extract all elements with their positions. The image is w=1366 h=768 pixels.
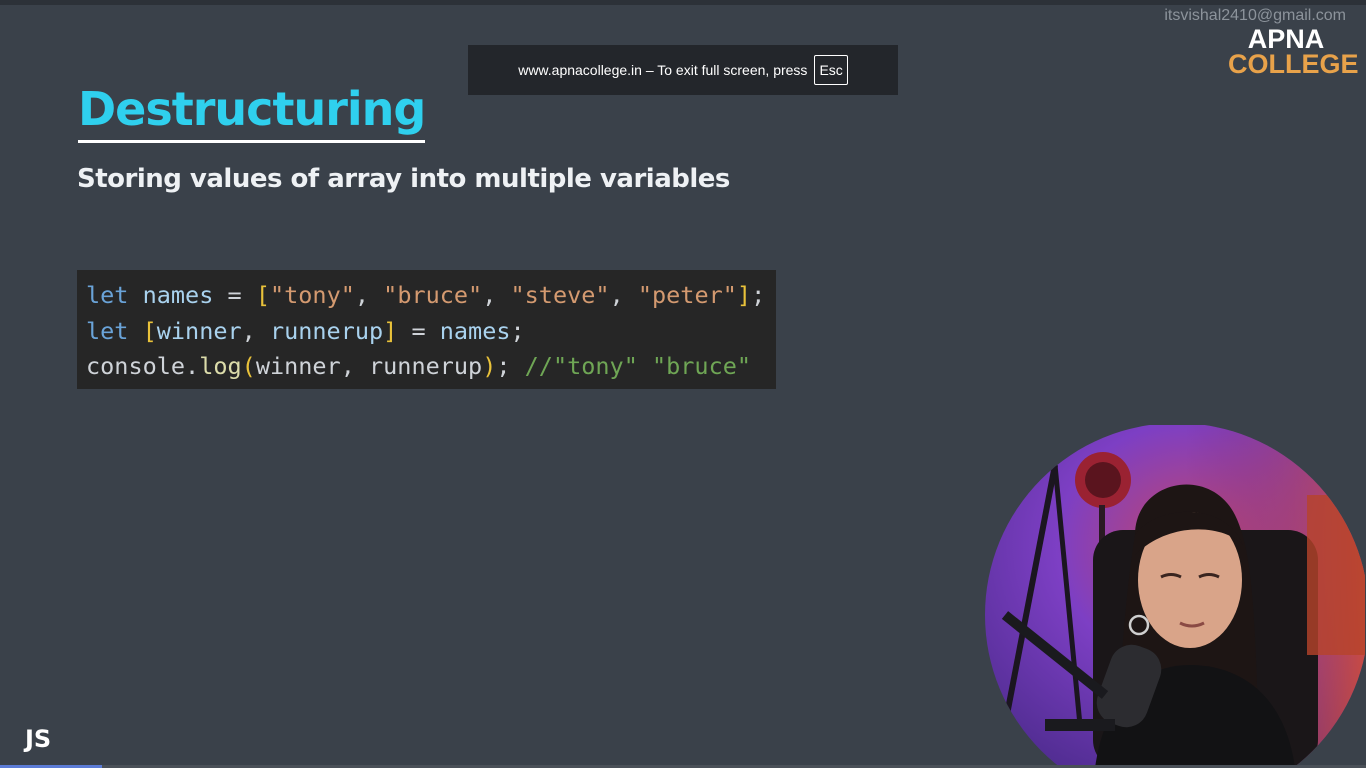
apna-college-logo: APNA COLLEGE [1228, 26, 1359, 79]
code-line-3: console.log(winner, runnerup); //"tony" … [86, 349, 776, 385]
video-frame: itsvishal2410@gmail.com APNA COLLEGE www… [0, 0, 1366, 768]
code-identifier: winner [156, 316, 242, 345]
code-dot: . [185, 352, 200, 380]
code-block: let names = ["tony", "bruce", "steve", "… [77, 270, 776, 389]
esc-key-hint: Esc [814, 55, 848, 85]
top-strip [0, 0, 1366, 5]
code-arguments: winner, runnerup [255, 352, 483, 380]
code-bracket: [ [255, 281, 270, 309]
code-object: console [86, 352, 186, 380]
code-comment: //"tony" "bruce" [524, 352, 752, 380]
code-line-2: let [winner, runnerup] = names; [86, 316, 525, 345]
code-keyword: let [86, 316, 129, 345]
fullscreen-message: www.apnacollege.in – To exit full screen… [518, 62, 808, 78]
logo-line-2: COLLEGE [1228, 49, 1359, 79]
code-string: "tony" [269, 281, 355, 309]
code-bracket: ) [482, 352, 497, 380]
code-semicolon: ; [751, 281, 766, 309]
code-line-1: let names = ["tony", "bruce", "steve", "… [86, 281, 766, 309]
code-function: log [199, 352, 242, 380]
code-bracket: ] [736, 281, 752, 309]
code-bracket: [ [142, 316, 157, 345]
code-string: "bruce" [383, 281, 483, 309]
code-operator: = [227, 281, 242, 309]
js-badge: JS [25, 725, 52, 753]
slide-title: Destructuring [78, 82, 426, 143]
code-identifier: names [142, 281, 214, 309]
code-operator: = [411, 316, 426, 345]
email-watermark: itsvishal2410@gmail.com [1164, 7, 1346, 24]
code-string: "steve" [510, 281, 610, 309]
code-semicolon: ; [496, 352, 511, 380]
code-bracket: ( [241, 352, 256, 380]
code-identifier: names [439, 316, 511, 345]
code-semicolon: ; [510, 316, 525, 345]
code-string: "peter" [637, 281, 737, 309]
code-keyword: let [86, 281, 129, 309]
code-identifier: runnerup [269, 316, 384, 345]
code-bracket: ] [383, 316, 398, 345]
presenter-video [985, 425, 1365, 768]
slide-subtitle: Storing values of array into multiple va… [77, 164, 730, 194]
webcam-overlay [985, 425, 1365, 768]
fullscreen-notice: www.apnacollege.in – To exit full screen… [468, 45, 898, 95]
